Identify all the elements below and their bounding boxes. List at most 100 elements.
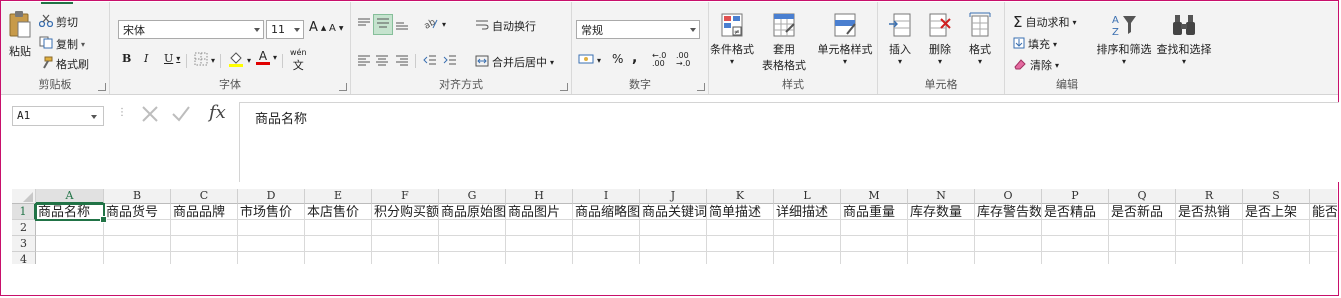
cell[interactable]	[573, 236, 640, 252]
cell[interactable]	[975, 220, 1042, 236]
cell[interactable]	[171, 252, 238, 264]
cell[interactable]	[1310, 252, 1337, 264]
cell[interactable]: 商品品牌	[171, 204, 238, 220]
column-header[interactable]: S	[1243, 189, 1310, 204]
increase-indent-button[interactable]	[443, 54, 457, 69]
cell[interactable]: 商品重量	[841, 204, 908, 220]
cell[interactable]: 是否新品	[1109, 204, 1176, 220]
cell[interactable]	[573, 252, 640, 264]
column-header[interactable]: R	[1176, 189, 1243, 204]
find-select-button[interactable]: 查找和选择 ▾	[1155, 12, 1213, 66]
cell[interactable]	[506, 252, 573, 264]
cell[interactable]	[439, 252, 506, 264]
cell[interactable]	[707, 236, 774, 252]
cell[interactable]	[104, 252, 171, 264]
accounting-format-button[interactable]: ▾	[578, 52, 601, 69]
column-header[interactable]	[1310, 189, 1337, 204]
row-header[interactable]: 2	[12, 220, 36, 236]
cell[interactable]	[774, 220, 841, 236]
cell[interactable]	[640, 252, 707, 264]
copy-button[interactable]: 复制 ▾	[39, 36, 85, 52]
cell[interactable]	[1109, 252, 1176, 264]
column-header[interactable]: K	[707, 189, 774, 204]
cell[interactable]	[841, 220, 908, 236]
cell[interactable]	[439, 220, 506, 236]
paste-button[interactable]: 粘贴	[5, 10, 35, 59]
clipboard-launcher-icon[interactable]	[98, 83, 106, 91]
comma-button[interactable]: ,	[632, 50, 637, 66]
number-format-select[interactable]: 常规	[576, 20, 700, 39]
cell[interactable]	[640, 220, 707, 236]
column-header[interactable]: Q	[1109, 189, 1176, 204]
cut-button[interactable]: 剪切	[38, 14, 78, 30]
cell[interactable]	[36, 252, 104, 264]
cell[interactable]	[1042, 220, 1109, 236]
cell[interactable]: 积分购买额	[372, 204, 439, 220]
column-header[interactable]: H	[506, 189, 573, 204]
cell[interactable]	[975, 236, 1042, 252]
clear-button[interactable]: 清除 ▾	[1013, 57, 1059, 73]
cell[interactable]	[1109, 236, 1176, 252]
delete-cells-button[interactable]: 删除 ▾	[922, 12, 958, 66]
cell-styles-button[interactable]: 单元格样式 ▾	[813, 12, 877, 66]
grow-font-button[interactable]: A ▲	[309, 20, 326, 35]
increase-decimal-button[interactable]: ←.0 .00	[652, 52, 674, 68]
cell[interactable]: 库存警告数	[975, 204, 1042, 220]
cell[interactable]	[975, 252, 1042, 264]
cell[interactable]: 是否上架	[1243, 204, 1310, 220]
cell[interactable]	[36, 236, 104, 252]
format-cells-button[interactable]: 格式 ▾	[962, 12, 998, 66]
formula-input[interactable]: 商品名称	[239, 102, 1339, 182]
cell[interactable]: 能否	[1310, 204, 1337, 220]
align-right-button[interactable]	[395, 54, 409, 69]
column-header[interactable]: P	[1042, 189, 1109, 204]
column-header[interactable]: C	[171, 189, 238, 204]
bold-button[interactable]: B	[122, 52, 131, 65]
conditional-formatting-button[interactable]: ≠ 条件格式 ▾	[709, 12, 755, 66]
underline-button[interactable]: U ▾	[164, 52, 180, 65]
insert-function-button[interactable]: fx	[209, 102, 226, 123]
cell[interactable]	[908, 236, 975, 252]
row-header[interactable]: 1	[12, 204, 36, 220]
cell[interactable]	[305, 252, 372, 264]
cell[interactable]	[171, 220, 238, 236]
align-left-button[interactable]	[357, 54, 371, 69]
cell[interactable]	[305, 236, 372, 252]
row-header[interactable]: 4	[12, 252, 36, 264]
cell[interactable]: 本店售价	[305, 204, 372, 220]
orientation-button[interactable]: ab ▾	[423, 16, 446, 33]
cell[interactable]	[774, 236, 841, 252]
cell[interactable]	[774, 252, 841, 264]
cell[interactable]	[841, 236, 908, 252]
cell[interactable]	[372, 220, 439, 236]
cell[interactable]	[104, 220, 171, 236]
font-color-button[interactable]: A ▾	[256, 50, 277, 65]
wrap-text-button[interactable]: 自动换行	[475, 18, 536, 34]
cell[interactable]	[1042, 252, 1109, 264]
fill-handle[interactable]	[100, 216, 107, 223]
cell[interactable]	[1310, 220, 1337, 236]
column-header[interactable]: O	[975, 189, 1042, 204]
cell[interactable]	[36, 220, 104, 236]
sort-filter-button[interactable]: AZ 排序和筛选 ▾	[1095, 12, 1153, 66]
cell[interactable]	[1176, 220, 1243, 236]
cell[interactable]	[104, 236, 171, 252]
fill-color-button[interactable]: ▾	[228, 50, 251, 71]
column-header[interactable]: N	[908, 189, 975, 204]
cell[interactable]	[1176, 236, 1243, 252]
align-middle-button[interactable]	[373, 14, 393, 35]
cell[interactable]	[305, 220, 372, 236]
cell[interactable]	[841, 252, 908, 264]
font-launcher-icon[interactable]	[339, 83, 347, 91]
cell[interactable]: 是否热销	[1176, 204, 1243, 220]
cell[interactable]: 详细描述	[774, 204, 841, 220]
align-center-button[interactable]	[375, 54, 389, 69]
column-header[interactable]: M	[841, 189, 908, 204]
number-launcher-icon[interactable]	[697, 83, 705, 91]
cell[interactable]: 商品货号	[104, 204, 171, 220]
cell[interactable]	[707, 220, 774, 236]
insert-cells-button[interactable]: 插入 ▾	[882, 12, 918, 66]
cancel-entry-icon[interactable]	[141, 105, 159, 126]
cell[interactable]	[238, 252, 305, 264]
cell[interactable]	[1243, 220, 1310, 236]
